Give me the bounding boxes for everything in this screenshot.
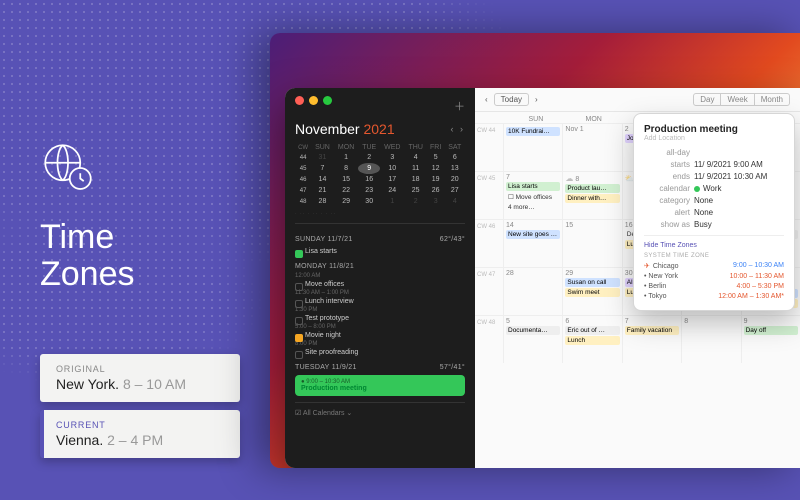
card-current-label: CURRENT bbox=[56, 420, 228, 430]
sidebar: ＋ November 2021 ‹ › CWSUNMONTUEWEDTHUFRI… bbox=[285, 88, 475, 468]
day-cell[interactable]: 7Family vacation bbox=[622, 316, 681, 363]
day-cell[interactable]: 28 bbox=[503, 268, 562, 315]
window-controls[interactable] bbox=[295, 96, 332, 105]
main-panel: ‹ Today › Day Week Month SUNMONTUEWEDTHU… bbox=[475, 88, 800, 468]
prev-button[interactable]: ‹ bbox=[485, 95, 488, 104]
card-original-time: 8 – 10 AM bbox=[123, 376, 186, 392]
calendar-window: ＋ November 2021 ‹ › CWSUNMONTUEWEDTHUFRI… bbox=[285, 88, 800, 468]
card-original: ORIGINAL New York. 8 – 10 AM bbox=[40, 354, 240, 402]
card-original-city: New York. bbox=[56, 376, 119, 392]
day-cell[interactable]: 14New site goes live bbox=[503, 220, 562, 267]
day-cell[interactable]: Nov 1 bbox=[562, 124, 621, 171]
day-cell[interactable]: ☁ 8Product lau…Dinner with… bbox=[562, 172, 621, 219]
popover-fields: all-daystarts11/ 9/2021 9:00 AMends11/ 9… bbox=[644, 148, 784, 229]
view-week[interactable]: Week bbox=[721, 93, 753, 106]
next-button[interactable]: › bbox=[535, 95, 538, 104]
mini-dots: · ·· · ·· · · ·· bbox=[295, 211, 465, 217]
toolbar: ‹ Today › Day Week Month bbox=[475, 88, 800, 112]
card-current-city: Vienna. bbox=[56, 432, 103, 448]
day-cell[interactable]: 5Documenta… bbox=[503, 316, 562, 363]
day-cell[interactable]: 6Eric out of …Lunch bbox=[562, 316, 621, 363]
popover-title: Production meeting bbox=[644, 124, 784, 135]
day-cell[interactable]: 10K Fundrai… bbox=[503, 124, 562, 171]
card-current: CURRENT Vienna. 2 – 4 PM bbox=[40, 410, 240, 458]
add-button[interactable]: ＋ bbox=[454, 98, 465, 114]
day-cell[interactable]: 7Lisa starts☐ Move offices4 more… bbox=[503, 172, 562, 219]
view-month[interactable]: Month bbox=[754, 93, 790, 106]
popover-add-location[interactable]: Add Location bbox=[644, 135, 784, 142]
card-original-label: ORIGINAL bbox=[56, 364, 228, 374]
event-popover[interactable]: Production meeting Add Location all-days… bbox=[633, 113, 795, 311]
view-day[interactable]: Day bbox=[693, 93, 721, 106]
month-nav[interactable]: ‹ › bbox=[451, 124, 466, 134]
hero-title-line2: Zones bbox=[40, 256, 135, 293]
today-button[interactable]: Today bbox=[494, 93, 529, 106]
agenda: SUNDAY 11/7/2162°/43°Lisa startsMONDAY 1… bbox=[295, 223, 465, 396]
hero-title: Time Zones bbox=[40, 219, 135, 294]
hero-title-line1: Time bbox=[40, 219, 135, 256]
mini-month[interactable]: CWSUNMONTUEWEDTHUFRISAT44311234564578910… bbox=[295, 143, 465, 207]
popover-timezones: SYSTEM TIME ZONE✈Chicago9:00 – 10:30 AM•… bbox=[644, 253, 784, 300]
day-cell[interactable]: 29Susan on callSwim meet bbox=[562, 268, 621, 315]
day-cell[interactable]: 15 bbox=[562, 220, 621, 267]
card-current-time: 2 – 4 PM bbox=[107, 432, 163, 448]
day-cell[interactable]: 9Day off bbox=[741, 316, 800, 363]
globe-clock-icon bbox=[40, 140, 135, 201]
hide-timezones-button[interactable]: Hide Time Zones bbox=[644, 242, 784, 249]
month-title: November 2021 bbox=[295, 121, 395, 137]
desktop-wallpaper: ＋ November 2021 ‹ › CWSUNMONTUEWEDTHUFRI… bbox=[270, 33, 800, 468]
day-cell[interactable]: 8 bbox=[681, 316, 740, 363]
view-segmented[interactable]: Day Week Month bbox=[693, 93, 790, 106]
calendar-picker[interactable]: All Calendars ⌄ bbox=[295, 402, 465, 417]
